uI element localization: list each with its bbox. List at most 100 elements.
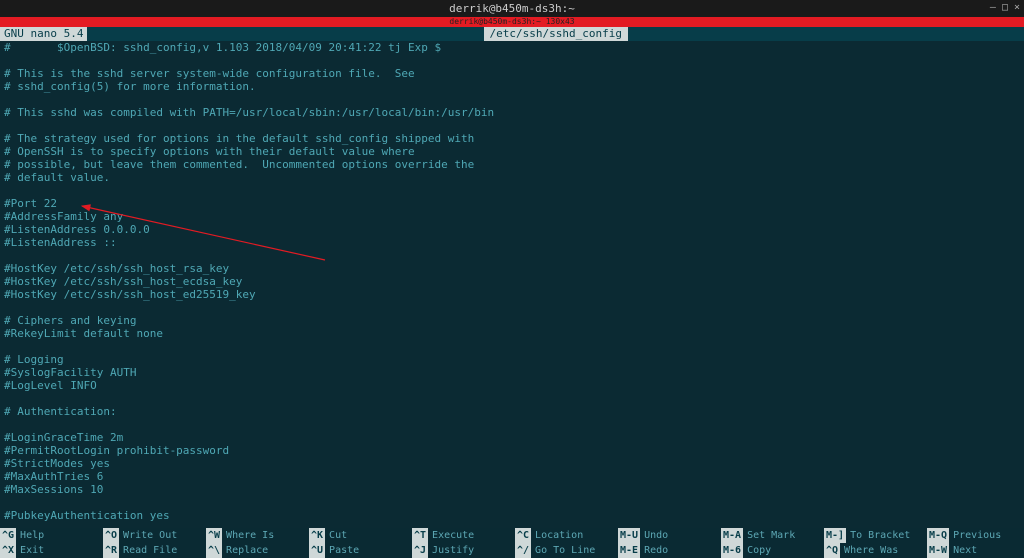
file-line[interactable]: #Port 22 [4, 197, 1020, 210]
close-icon[interactable]: × [1014, 2, 1020, 13]
file-line[interactable]: #ListenAddress 0.0.0.0 [4, 223, 1020, 236]
file-line[interactable] [4, 301, 1020, 314]
file-line[interactable]: # possible, but leave them commented. Un… [4, 158, 1020, 171]
file-line[interactable]: #RekeyLimit default none [4, 327, 1020, 340]
shortcut-item: M-U Undo [618, 528, 721, 543]
window-titlebar: derrik@b450m-ds3h:~ – □ × [0, 0, 1024, 17]
shortcut-item: ^TExecute [412, 528, 515, 543]
shortcut-label: Previous [953, 528, 1001, 543]
shortcut-item: ^R Read File [103, 543, 206, 558]
shortcut-label: Location [535, 528, 583, 543]
maximize-icon[interactable]: □ [1002, 2, 1008, 13]
file-line[interactable]: #AddressFamily any [4, 210, 1020, 223]
file-line[interactable] [4, 418, 1020, 431]
shortcut-item: M-E Redo [618, 543, 721, 558]
shortcut-key: ^/ [515, 543, 531, 558]
shortcut-label: Copy [747, 543, 771, 558]
window-title: derrik@b450m-ds3h:~ [449, 2, 575, 15]
file-line[interactable]: # The strategy used for options in the d… [4, 132, 1020, 145]
shortcut-key: ^C [515, 528, 531, 543]
file-line[interactable] [4, 340, 1020, 353]
file-line[interactable]: #HostKey /etc/ssh/ssh_host_ecdsa_key [4, 275, 1020, 288]
file-line[interactable]: #ListenAddress :: [4, 236, 1020, 249]
shortcut-label: Replace [226, 543, 268, 558]
shortcut-key: M-A [721, 528, 743, 543]
minimize-icon[interactable]: – [990, 2, 996, 13]
shortcut-label: Redo [644, 543, 668, 558]
shortcut-label: Justify [432, 543, 474, 558]
shortcut-key: ^O [103, 528, 119, 543]
tab-label[interactable]: derrik@b450m-ds3h:~ 130x43 [0, 17, 1024, 27]
file-line[interactable]: #PermitRootLogin prohibit-password [4, 444, 1020, 457]
file-line[interactable]: #LogLevel INFO [4, 379, 1020, 392]
shortcut-label: Read File [123, 543, 177, 558]
file-line[interactable]: # Logging [4, 353, 1020, 366]
file-line[interactable]: #StrictModes yes [4, 457, 1020, 470]
file-line[interactable] [4, 54, 1020, 67]
shortcut-label: Next [953, 543, 977, 558]
shortcut-item: ^J Justify [412, 543, 515, 558]
file-line[interactable]: #PubkeyAuthentication yes [4, 509, 1020, 522]
file-line[interactable]: # default value. [4, 171, 1020, 184]
shortcut-key: M-6 [721, 543, 743, 558]
shortcut-item: ^U Paste [309, 543, 412, 558]
shortcut-label: Help [20, 528, 44, 543]
shortcut-item: M-] To Bracket [824, 528, 927, 543]
shortcut-label: Exit [20, 543, 44, 558]
shortcut-label: Where Is [226, 528, 274, 543]
file-line[interactable]: #MaxAuthTries 6 [4, 470, 1020, 483]
file-line[interactable]: # OpenSSH is to specify options with the… [4, 145, 1020, 158]
shortcut-key: M-U [618, 528, 640, 543]
shortcut-item: ^WWhere Is [206, 528, 309, 543]
shortcut-label: To Bracket [850, 528, 910, 543]
file-line[interactable] [4, 392, 1020, 405]
shortcut-key: ^T [412, 528, 428, 543]
file-line[interactable] [4, 184, 1020, 197]
shortcut-key: ^U [309, 543, 325, 558]
file-line[interactable]: # This is the sshd server system-wide co… [4, 67, 1020, 80]
nano-header: GNU nano 5.4 /etc/ssh/sshd_config [0, 27, 1024, 41]
file-line[interactable]: #HostKey /etc/ssh/ssh_host_ed25519_key [4, 288, 1020, 301]
shortcut-key: ^Q [824, 543, 840, 558]
shortcut-item: M-A Set Mark [721, 528, 824, 543]
file-line[interactable]: #LoginGraceTime 2m [4, 431, 1020, 444]
file-line[interactable]: # Authentication: [4, 405, 1020, 418]
shortcut-label: Write Out [123, 528, 177, 543]
shortcut-label: Set Mark [747, 528, 795, 543]
shortcut-item: ^/ Go To Line [515, 543, 618, 558]
shortcut-item: ^GHelp [0, 528, 103, 543]
file-line[interactable]: # sshd_config(5) for more information. [4, 80, 1020, 93]
shortcut-key: M-] [824, 528, 846, 543]
editor-content[interactable]: # $OpenBSD: sshd_config,v 1.103 2018/04/… [0, 41, 1024, 528]
shortcut-key: M-E [618, 543, 640, 558]
shortcut-label: Where Was [844, 543, 898, 558]
shortcut-item: ^Q Where Was [824, 543, 927, 558]
file-line[interactable]: #SyslogFacility AUTH [4, 366, 1020, 379]
file-line[interactable]: #MaxSessions 10 [4, 483, 1020, 496]
shortcut-item: ^C Location [515, 528, 618, 543]
shortcut-item: M-QPrevious [927, 528, 1024, 543]
shortcut-item: ^KCut [309, 528, 412, 543]
file-line[interactable] [4, 496, 1020, 509]
shortcut-label: Undo [644, 528, 668, 543]
shortcut-key: ^R [103, 543, 119, 558]
shortcut-item: M-W Next [927, 543, 1024, 558]
nano-shortcuts: ^GHelp^O Write Out ^WWhere Is^KCut^TExecut… [0, 528, 1024, 558]
nano-filename: /etc/ssh/sshd_config [484, 27, 628, 41]
file-line[interactable] [4, 93, 1020, 106]
file-line[interactable] [4, 249, 1020, 262]
shortcut-key: ^K [309, 528, 325, 543]
file-line[interactable]: # This sshd was compiled with PATH=/usr/… [4, 106, 1020, 119]
shortcut-item: ^\ Replace [206, 543, 309, 558]
file-line[interactable]: # Ciphers and keying [4, 314, 1020, 327]
file-line[interactable] [4, 119, 1020, 132]
file-line[interactable]: # $OpenBSD: sshd_config,v 1.103 2018/04/… [4, 41, 1020, 54]
shortcut-key: ^J [412, 543, 428, 558]
shortcut-key: M-W [927, 543, 949, 558]
window-controls: – □ × [990, 2, 1020, 13]
shortcut-label: Paste [329, 543, 359, 558]
shortcut-label: Go To Line [535, 543, 595, 558]
shortcut-key: ^\ [206, 543, 222, 558]
file-line[interactable]: #HostKey /etc/ssh/ssh_host_rsa_key [4, 262, 1020, 275]
shortcut-item: ^XExit [0, 543, 103, 558]
